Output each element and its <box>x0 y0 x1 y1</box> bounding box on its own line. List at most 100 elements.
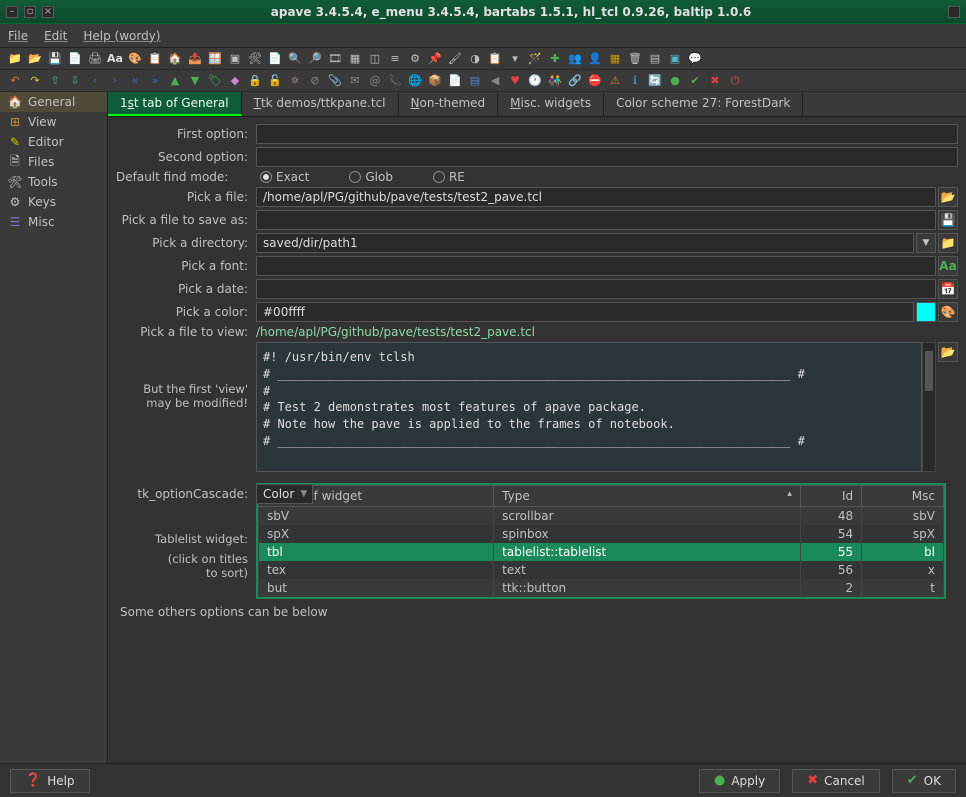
tab-color-scheme[interactable]: Color scheme 27: ForestDark <box>604 92 803 116</box>
undo-icon[interactable]: ↶ <box>6 73 24 89</box>
refresh-icon[interactable]: 🔄 <box>646 73 664 89</box>
save-as-input[interactable] <box>256 210 936 230</box>
grid-icon[interactable]: ▦ <box>606 51 624 67</box>
ok-button[interactable]: ✔ OK <box>892 769 956 793</box>
sidebar-item-keys[interactable]: ⚙ Keys <box>0 192 107 212</box>
mail-icon[interactable]: ✉ <box>346 73 364 89</box>
cancel-button[interactable]: ✖ Cancel <box>792 769 880 793</box>
menu-edit[interactable]: Edit <box>44 29 67 43</box>
exit-icon[interactable]: ◀ <box>486 73 504 89</box>
users-icon[interactable]: 👥 <box>566 51 584 67</box>
win-minimize-icon[interactable]: – <box>6 6 18 18</box>
window-icon[interactable]: 🪟 <box>206 51 224 67</box>
windows-icon[interactable]: ▣ <box>226 51 244 67</box>
doc-icon[interactable]: 📄 <box>446 73 464 89</box>
export-icon[interactable]: 📤 <box>186 51 204 67</box>
pick-file-input[interactable] <box>256 187 936 207</box>
prev-icon[interactable]: ‹ <box>86 73 104 89</box>
radio-re[interactable]: RE <box>433 170 465 184</box>
link-icon[interactable]: 🔗 <box>566 73 584 89</box>
radio-exact[interactable]: Exact <box>260 170 309 184</box>
sidebar-item-files[interactable]: 🗎 Files <box>0 152 107 172</box>
up-arrow-icon[interactable]: ▲ <box>166 73 184 89</box>
unlock-icon[interactable]: 🔓 <box>266 73 284 89</box>
textarea-scrollbar[interactable] <box>922 342 936 472</box>
redo-icon[interactable]: ↷ <box>26 73 44 89</box>
home-icon[interactable]: 🏠 <box>166 51 184 67</box>
power-icon[interactable]: ⏻ <box>726 73 744 89</box>
columns-icon[interactable]: ◫ <box>366 51 384 67</box>
cube-icon[interactable]: 📦 <box>426 73 444 89</box>
sidebar-item-view[interactable]: ⊞ View <box>0 112 107 132</box>
dir-browse-button[interactable]: 📁 <box>938 233 958 253</box>
wizard-icon[interactable]: 🪄 <box>526 51 544 67</box>
at-icon[interactable]: ＠ <box>366 73 384 89</box>
layers2-icon[interactable]: ◆ <box>226 73 244 89</box>
sidebar-item-tools[interactable]: 🛠 Tools <box>0 172 107 192</box>
terminal-icon[interactable]: ▣ <box>666 51 684 67</box>
phone-icon[interactable]: 📞 <box>386 73 404 89</box>
pick-file-browse-button[interactable]: 📂 <box>938 187 958 207</box>
help-button[interactable]: ❓ Help <box>10 769 90 793</box>
print-icon[interactable]: 🖨 <box>86 51 104 67</box>
check-green-icon[interactable]: ● <box>666 73 684 89</box>
zoom-icon[interactable]: 🔎 <box>306 51 324 67</box>
palette-icon[interactable]: 🎨 <box>126 51 144 67</box>
paste-icon[interactable]: 📋 <box>146 51 164 67</box>
copy-file-icon[interactable]: 📄 <box>66 51 84 67</box>
last-icon[interactable]: » <box>146 73 164 89</box>
first-option-input[interactable] <box>256 124 958 144</box>
second-option-input[interactable] <box>256 147 958 167</box>
radio-glob[interactable]: Glob <box>349 170 393 184</box>
sun-icon[interactable]: ☼ <box>286 73 304 89</box>
color-icon[interactable]: ◑ <box>466 51 484 67</box>
table-row[interactable]: textext56x <box>259 561 944 579</box>
table-row[interactable]: butttk::button2t <box>259 579 944 597</box>
sidebar-item-editor[interactable]: ✎ Editor <box>0 132 107 152</box>
attach-icon[interactable]: 📎 <box>326 73 344 89</box>
font-browse-button[interactable]: Aa <box>938 256 958 276</box>
color-input[interactable] <box>256 302 914 322</box>
bars-icon[interactable]: ▤ <box>466 73 484 89</box>
tab-non-themed[interactable]: Non-themed <box>399 92 499 116</box>
save-as-button[interactable]: 💾 <box>938 210 958 230</box>
layers-icon[interactable]: ▤ <box>646 51 664 67</box>
folder-icon[interactable]: 📁 <box>6 51 24 67</box>
menu-help[interactable]: Help (wordy) <box>83 29 160 43</box>
warn-icon[interactable]: ⚠ <box>606 73 624 89</box>
heart-icon[interactable]: ♥ <box>506 73 524 89</box>
brush-icon[interactable]: 🖌 <box>446 51 464 67</box>
film-icon[interactable]: 🎞 <box>326 51 344 67</box>
tools-icon[interactable]: 🛠 <box>246 51 264 67</box>
table-icon[interactable]: ▦ <box>346 51 364 67</box>
font-icon[interactable]: Aa <box>106 51 124 67</box>
clipboard-icon[interactable]: 📋 <box>486 51 504 67</box>
up-nav-icon[interactable]: ⇧ <box>46 73 64 89</box>
plus-icon[interactable]: ✚ <box>546 51 564 67</box>
down-nav-icon[interactable]: ⇩ <box>66 73 84 89</box>
apply-button[interactable]: ● Apply <box>699 769 780 793</box>
win-close-icon[interactable]: × <box>42 6 54 18</box>
sidebar-item-general[interactable]: 🏠 General <box>0 92 107 112</box>
user-icon[interactable]: 👤 <box>586 51 604 67</box>
apply-icon[interactable]: ✔ <box>686 73 704 89</box>
page-icon[interactable]: 📄 <box>266 51 284 67</box>
tab-general-1st[interactable]: 1st tab of General <box>108 92 242 116</box>
open-folder-icon[interactable]: 📂 <box>26 51 44 67</box>
down-arrow-icon[interactable]: ▼ <box>186 73 204 89</box>
stop-icon[interactable]: ⛔ <box>586 73 604 89</box>
trash-icon[interactable]: 🗑 <box>626 51 644 67</box>
table-row[interactable]: spXspinbox54spX <box>259 525 944 543</box>
file-view-textarea[interactable] <box>256 342 922 472</box>
menu-file[interactable]: File <box>8 29 28 43</box>
pin-icon[interactable]: 📌 <box>426 51 444 67</box>
clock-icon[interactable]: 🕐 <box>526 73 544 89</box>
first-icon[interactable]: « <box>126 73 144 89</box>
date-browse-button[interactable]: 📅 <box>938 279 958 299</box>
info-icon[interactable]: ℹ <box>626 73 644 89</box>
people-icon[interactable]: 👫 <box>546 73 564 89</box>
dir-dropdown-button[interactable]: ▼ <box>916 233 936 253</box>
cascade-dropdown[interactable]: Color <box>256 484 313 504</box>
search-icon[interactable]: 🔍 <box>286 51 304 67</box>
table-row[interactable]: tbltablelist::tablelist55bl <box>259 543 944 561</box>
